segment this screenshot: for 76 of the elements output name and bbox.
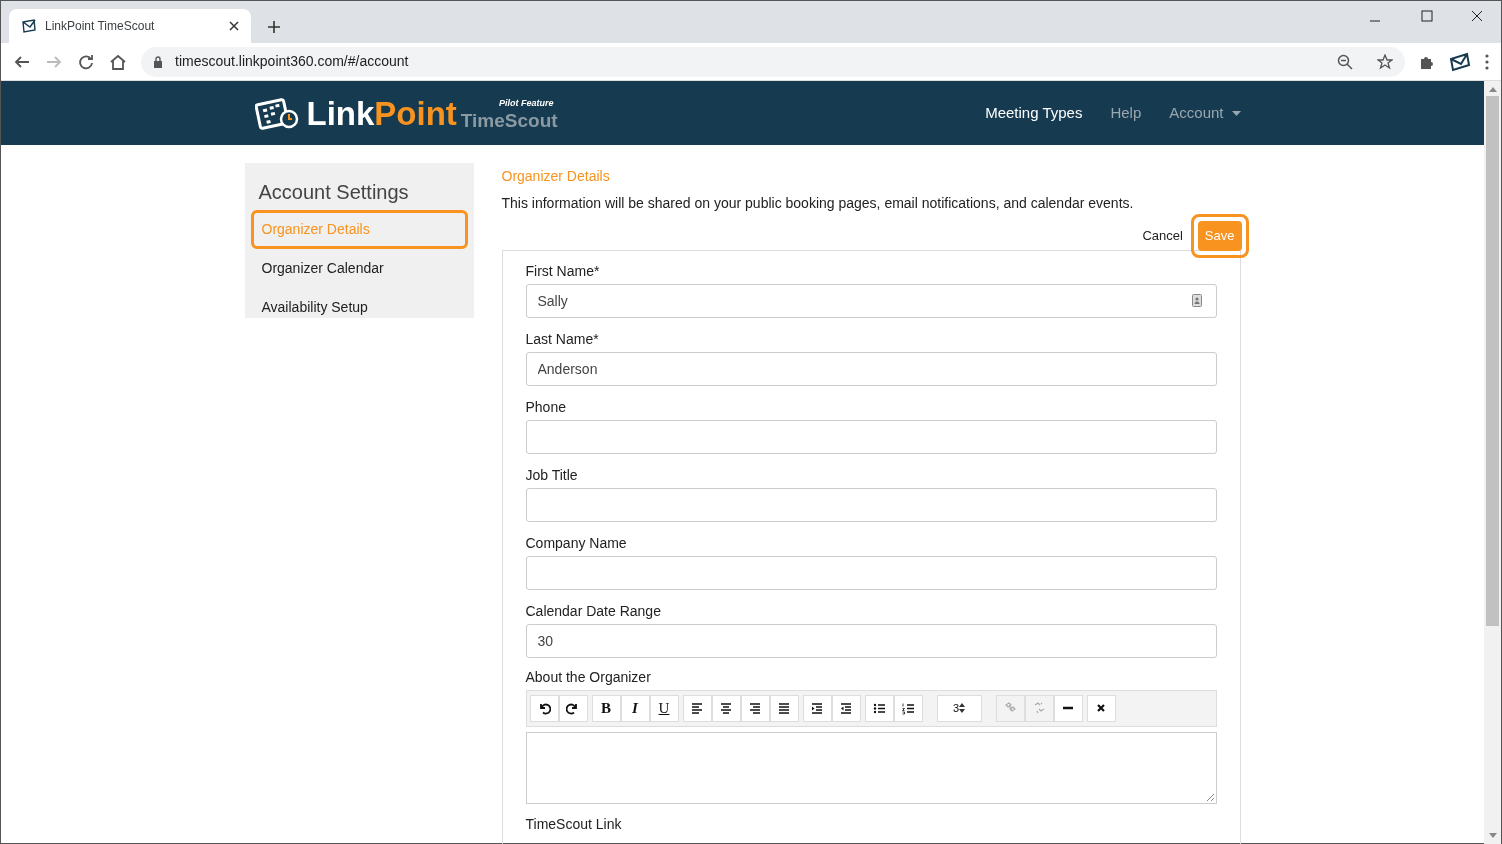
- text-field[interactable]: 30: [525, 623, 1217, 658]
- reload-icon[interactable]: [77, 52, 95, 71]
- text-field[interactable]: Sally: [525, 283, 1217, 318]
- align-left-icon: [690, 701, 704, 715]
- home-icon[interactable]: [109, 52, 127, 71]
- nav-link[interactable]: Help: [1110, 101, 1142, 125]
- lock-icon: [153, 55, 163, 68]
- section-title: Organizer Details: [501, 167, 611, 186]
- url-text: timescout.linkpoint360.com/#/account: [175, 52, 410, 71]
- address-bar[interactable]: timescout.linkpoint360.com/#/account: [141, 46, 1405, 77]
- bullet-list-icon: [872, 701, 886, 715]
- scroll-down-arrow-icon[interactable]: [1488, 833, 1497, 839]
- align-center-icon: [719, 701, 733, 715]
- text-field[interactable]: [525, 419, 1217, 454]
- field-label: Job Title: [525, 465, 579, 485]
- resize-handle-icon[interactable]: [1205, 792, 1214, 801]
- justify-icon: [777, 701, 791, 715]
- field-label: About the Organizer: [525, 667, 652, 687]
- numbered-list-button[interactable]: [893, 694, 923, 722]
- outdent-button[interactable]: [831, 694, 861, 722]
- bold-button[interactable]: B: [591, 694, 621, 722]
- envelope-icon: [21, 18, 37, 34]
- nav-link[interactable]: Meeting Types: [985, 101, 1083, 125]
- calendar-icon: [254, 95, 299, 131]
- align-left-button[interactable]: [682, 694, 712, 722]
- undo-icon: [537, 701, 551, 715]
- cancel-button[interactable]: Cancel: [1142, 226, 1183, 246]
- bullet-list-button[interactable]: [864, 694, 894, 722]
- nav-link[interactable]: Account: [1169, 101, 1241, 125]
- indent-icon: [810, 701, 824, 715]
- scrollbar[interactable]: [1484, 81, 1501, 844]
- field-label: TimeScout Link: [525, 814, 623, 834]
- underline-button[interactable]: U: [649, 694, 679, 722]
- star-icon[interactable]: [1377, 53, 1393, 70]
- text-field[interactable]: [525, 555, 1217, 590]
- browser-tab[interactable]: LinkPoint TimeScout: [9, 9, 251, 43]
- spinner-arrows-icon: [959, 703, 966, 713]
- sidebar-item[interactable]: Organizer Calendar: [250, 249, 468, 288]
- text-field[interactable]: Anderson: [525, 351, 1217, 386]
- field-label: First Name*: [525, 261, 601, 281]
- italic-button[interactable]: I: [620, 694, 650, 722]
- indent-button[interactable]: [802, 694, 832, 722]
- horizontal-line-button[interactable]: [1053, 694, 1083, 722]
- numbered-list-icon: [901, 701, 915, 715]
- new-tab-icon[interactable]: [267, 20, 281, 34]
- font-size-select[interactable]: 3: [936, 694, 982, 722]
- unlink-icon: [1032, 701, 1046, 715]
- align-right-icon: [748, 701, 762, 715]
- field-label: Calendar Date Range: [525, 601, 662, 621]
- field-label: Company Name: [525, 533, 628, 553]
- pilot-feature-tag: Pilot Feature: [499, 97, 554, 111]
- scroll-up-arrow-icon[interactable]: [1488, 86, 1497, 92]
- description-text: This information will be shared on your public booking pages, email notifications, and calendar events.: [501, 194, 1135, 213]
- sidebar-item[interactable]: Availability Setup: [250, 288, 468, 327]
- redo-button[interactable]: [558, 694, 588, 722]
- zoom-out-icon[interactable]: [1337, 53, 1353, 70]
- sidebar-title: Account Settings: [257, 180, 410, 205]
- caret-icon: [1231, 110, 1241, 116]
- close-icon[interactable]: [229, 21, 239, 31]
- menu-icon[interactable]: [1485, 53, 1489, 70]
- text-field[interactable]: [525, 487, 1217, 522]
- field-label: Last Name*: [525, 329, 600, 349]
- undo-button[interactable]: [529, 694, 559, 722]
- align-right-button[interactable]: [740, 694, 770, 722]
- field-label: Phone: [525, 397, 567, 417]
- scrollbar-thumb[interactable]: [1486, 96, 1499, 626]
- envelope-icon[interactable]: [1449, 51, 1471, 72]
- maximize-icon[interactable]: [1421, 10, 1433, 22]
- align-center-button[interactable]: [711, 694, 741, 722]
- contact-card-icon[interactable]: [1191, 293, 1202, 307]
- redo-icon: [566, 701, 580, 715]
- outdent-icon: [839, 701, 853, 715]
- x-button[interactable]: [1086, 694, 1116, 722]
- tab-title: LinkPoint TimeScout: [45, 18, 156, 35]
- close-icon[interactable]: [1471, 10, 1483, 22]
- justify-button[interactable]: [769, 694, 799, 722]
